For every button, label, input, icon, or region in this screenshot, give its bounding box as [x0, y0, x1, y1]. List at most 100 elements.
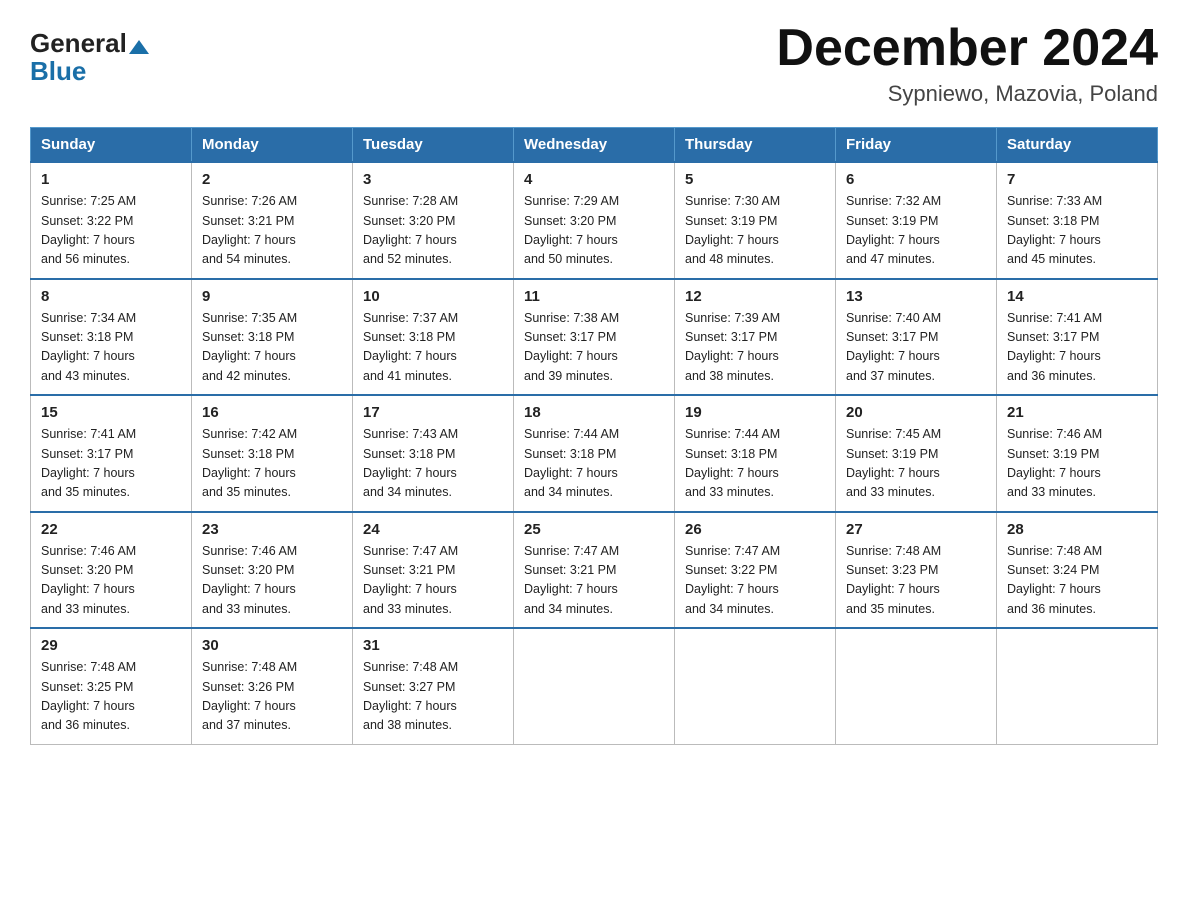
day-info: Sunrise: 7:29 AMSunset: 3:20 PMDaylight:… [524, 192, 664, 270]
day-number: 27 [846, 521, 986, 538]
calendar-cell: 26 Sunrise: 7:47 AMSunset: 3:22 PMDaylig… [675, 512, 836, 629]
day-number: 7 [1007, 171, 1147, 188]
day-info: Sunrise: 7:35 AMSunset: 3:18 PMDaylight:… [202, 309, 342, 387]
logo-triangle-icon [129, 40, 149, 54]
day-info: Sunrise: 7:39 AMSunset: 3:17 PMDaylight:… [685, 309, 825, 387]
calendar-cell: 22 Sunrise: 7:46 AMSunset: 3:20 PMDaylig… [31, 512, 192, 629]
day-info: Sunrise: 7:30 AMSunset: 3:19 PMDaylight:… [685, 192, 825, 270]
calendar-cell: 23 Sunrise: 7:46 AMSunset: 3:20 PMDaylig… [192, 512, 353, 629]
day-info: Sunrise: 7:48 AMSunset: 3:23 PMDaylight:… [846, 542, 986, 620]
logo: General Blue [30, 30, 151, 87]
day-number: 20 [846, 404, 986, 421]
day-info: Sunrise: 7:46 AMSunset: 3:19 PMDaylight:… [1007, 425, 1147, 503]
day-number: 12 [685, 288, 825, 305]
day-number: 25 [524, 521, 664, 538]
calendar-cell: 6 Sunrise: 7:32 AMSunset: 3:19 PMDayligh… [836, 162, 997, 279]
calendar-cell: 28 Sunrise: 7:48 AMSunset: 3:24 PMDaylig… [997, 512, 1158, 629]
day-number: 9 [202, 288, 342, 305]
day-info: Sunrise: 7:41 AMSunset: 3:17 PMDaylight:… [41, 425, 181, 503]
calendar-cell: 13 Sunrise: 7:40 AMSunset: 3:17 PMDaylig… [836, 279, 997, 396]
week-row-1: 1 Sunrise: 7:25 AMSunset: 3:22 PMDayligh… [31, 162, 1158, 279]
calendar-cell: 16 Sunrise: 7:42 AMSunset: 3:18 PMDaylig… [192, 395, 353, 512]
calendar-cell: 3 Sunrise: 7:28 AMSunset: 3:20 PMDayligh… [353, 162, 514, 279]
day-number: 16 [202, 404, 342, 421]
day-number: 15 [41, 404, 181, 421]
day-number: 21 [1007, 404, 1147, 421]
week-row-3: 15 Sunrise: 7:41 AMSunset: 3:17 PMDaylig… [31, 395, 1158, 512]
day-number: 23 [202, 521, 342, 538]
day-info: Sunrise: 7:42 AMSunset: 3:18 PMDaylight:… [202, 425, 342, 503]
calendar-cell: 30 Sunrise: 7:48 AMSunset: 3:26 PMDaylig… [192, 628, 353, 744]
calendar-cell: 4 Sunrise: 7:29 AMSunset: 3:20 PMDayligh… [514, 162, 675, 279]
calendar-cell [997, 628, 1158, 744]
day-info: Sunrise: 7:40 AMSunset: 3:17 PMDaylight:… [846, 309, 986, 387]
calendar-cell: 5 Sunrise: 7:30 AMSunset: 3:19 PMDayligh… [675, 162, 836, 279]
weekday-header-monday: Monday [192, 128, 353, 163]
day-number: 1 [41, 171, 181, 188]
day-info: Sunrise: 7:33 AMSunset: 3:18 PMDaylight:… [1007, 192, 1147, 270]
calendar-cell [836, 628, 997, 744]
calendar-cell: 25 Sunrise: 7:47 AMSunset: 3:21 PMDaylig… [514, 512, 675, 629]
day-info: Sunrise: 7:47 AMSunset: 3:22 PMDaylight:… [685, 542, 825, 620]
page-header: General Blue December 2024 Sypniewo, Maz… [30, 20, 1158, 107]
day-number: 17 [363, 404, 503, 421]
day-info: Sunrise: 7:28 AMSunset: 3:20 PMDaylight:… [363, 192, 503, 270]
calendar-cell: 14 Sunrise: 7:41 AMSunset: 3:17 PMDaylig… [997, 279, 1158, 396]
logo-general-text: General [30, 30, 127, 56]
day-number: 24 [363, 521, 503, 538]
weekday-header-thursday: Thursday [675, 128, 836, 163]
day-number: 26 [685, 521, 825, 538]
day-info: Sunrise: 7:44 AMSunset: 3:18 PMDaylight:… [524, 425, 664, 503]
month-title: December 2024 [776, 20, 1158, 77]
day-info: Sunrise: 7:45 AMSunset: 3:19 PMDaylight:… [846, 425, 986, 503]
weekday-header-row: SundayMondayTuesdayWednesdayThursdayFrid… [31, 128, 1158, 163]
calendar-cell: 1 Sunrise: 7:25 AMSunset: 3:22 PMDayligh… [31, 162, 192, 279]
calendar-cell: 10 Sunrise: 7:37 AMSunset: 3:18 PMDaylig… [353, 279, 514, 396]
location-text: Sypniewo, Mazovia, Poland [776, 81, 1158, 107]
day-info: Sunrise: 7:34 AMSunset: 3:18 PMDaylight:… [41, 309, 181, 387]
calendar-cell: 19 Sunrise: 7:44 AMSunset: 3:18 PMDaylig… [675, 395, 836, 512]
day-info: Sunrise: 7:48 AMSunset: 3:26 PMDaylight:… [202, 658, 342, 736]
day-number: 28 [1007, 521, 1147, 538]
calendar-cell: 2 Sunrise: 7:26 AMSunset: 3:21 PMDayligh… [192, 162, 353, 279]
day-number: 11 [524, 288, 664, 305]
calendar-table: SundayMondayTuesdayWednesdayThursdayFrid… [30, 127, 1158, 745]
day-number: 31 [363, 637, 503, 654]
calendar-cell: 12 Sunrise: 7:39 AMSunset: 3:17 PMDaylig… [675, 279, 836, 396]
weekday-header-wednesday: Wednesday [514, 128, 675, 163]
calendar-cell: 31 Sunrise: 7:48 AMSunset: 3:27 PMDaylig… [353, 628, 514, 744]
week-row-4: 22 Sunrise: 7:46 AMSunset: 3:20 PMDaylig… [31, 512, 1158, 629]
calendar-cell: 7 Sunrise: 7:33 AMSunset: 3:18 PMDayligh… [997, 162, 1158, 279]
calendar-cell: 24 Sunrise: 7:47 AMSunset: 3:21 PMDaylig… [353, 512, 514, 629]
day-number: 18 [524, 404, 664, 421]
logo-blue-text: Blue [30, 56, 86, 87]
day-info: Sunrise: 7:47 AMSunset: 3:21 PMDaylight:… [524, 542, 664, 620]
week-row-2: 8 Sunrise: 7:34 AMSunset: 3:18 PMDayligh… [31, 279, 1158, 396]
weekday-header-saturday: Saturday [997, 128, 1158, 163]
calendar-cell: 8 Sunrise: 7:34 AMSunset: 3:18 PMDayligh… [31, 279, 192, 396]
weekday-header-sunday: Sunday [31, 128, 192, 163]
calendar-cell: 20 Sunrise: 7:45 AMSunset: 3:19 PMDaylig… [836, 395, 997, 512]
day-number: 13 [846, 288, 986, 305]
day-info: Sunrise: 7:48 AMSunset: 3:27 PMDaylight:… [363, 658, 503, 736]
day-info: Sunrise: 7:41 AMSunset: 3:17 PMDaylight:… [1007, 309, 1147, 387]
calendar-cell: 15 Sunrise: 7:41 AMSunset: 3:17 PMDaylig… [31, 395, 192, 512]
day-info: Sunrise: 7:38 AMSunset: 3:17 PMDaylight:… [524, 309, 664, 387]
calendar-cell: 27 Sunrise: 7:48 AMSunset: 3:23 PMDaylig… [836, 512, 997, 629]
day-info: Sunrise: 7:25 AMSunset: 3:22 PMDaylight:… [41, 192, 181, 270]
day-info: Sunrise: 7:46 AMSunset: 3:20 PMDaylight:… [41, 542, 181, 620]
day-info: Sunrise: 7:26 AMSunset: 3:21 PMDaylight:… [202, 192, 342, 270]
day-number: 19 [685, 404, 825, 421]
calendar-cell [675, 628, 836, 744]
day-info: Sunrise: 7:44 AMSunset: 3:18 PMDaylight:… [685, 425, 825, 503]
day-number: 8 [41, 288, 181, 305]
calendar-cell: 21 Sunrise: 7:46 AMSunset: 3:19 PMDaylig… [997, 395, 1158, 512]
day-number: 2 [202, 171, 342, 188]
calendar-cell: 11 Sunrise: 7:38 AMSunset: 3:17 PMDaylig… [514, 279, 675, 396]
day-number: 4 [524, 171, 664, 188]
day-number: 14 [1007, 288, 1147, 305]
calendar-cell: 29 Sunrise: 7:48 AMSunset: 3:25 PMDaylig… [31, 628, 192, 744]
day-number: 22 [41, 521, 181, 538]
calendar-cell [514, 628, 675, 744]
weekday-header-friday: Friday [836, 128, 997, 163]
